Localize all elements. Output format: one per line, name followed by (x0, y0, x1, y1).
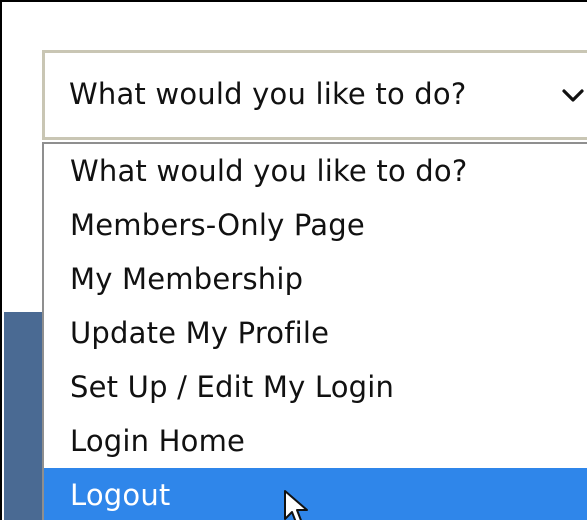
screen-frame: What would you like to do? What would yo… (0, 0, 587, 520)
chevron-down-icon (562, 89, 584, 102)
dropdown-option-set-up-edit-login[interactable]: Set Up / Edit My Login (44, 360, 587, 414)
dropdown-option-placeholder[interactable]: What would you like to do? (44, 144, 587, 198)
select-current-value: What would you like to do? (69, 77, 467, 111)
dropdown-option-logout[interactable]: Logout (44, 468, 587, 520)
dropdown-list: What would you like to do? Members-Only … (42, 142, 587, 520)
dropdown-option-my-membership[interactable]: My Membership (44, 252, 587, 306)
dropdown-option-members-only-page[interactable]: Members-Only Page (44, 198, 587, 252)
page-background-band (4, 312, 44, 520)
action-select[interactable]: What would you like to do? (42, 50, 587, 140)
dropdown-option-update-my-profile[interactable]: Update My Profile (44, 306, 587, 360)
dropdown-option-login-home[interactable]: Login Home (44, 414, 587, 468)
mouse-pointer-icon (284, 490, 308, 520)
